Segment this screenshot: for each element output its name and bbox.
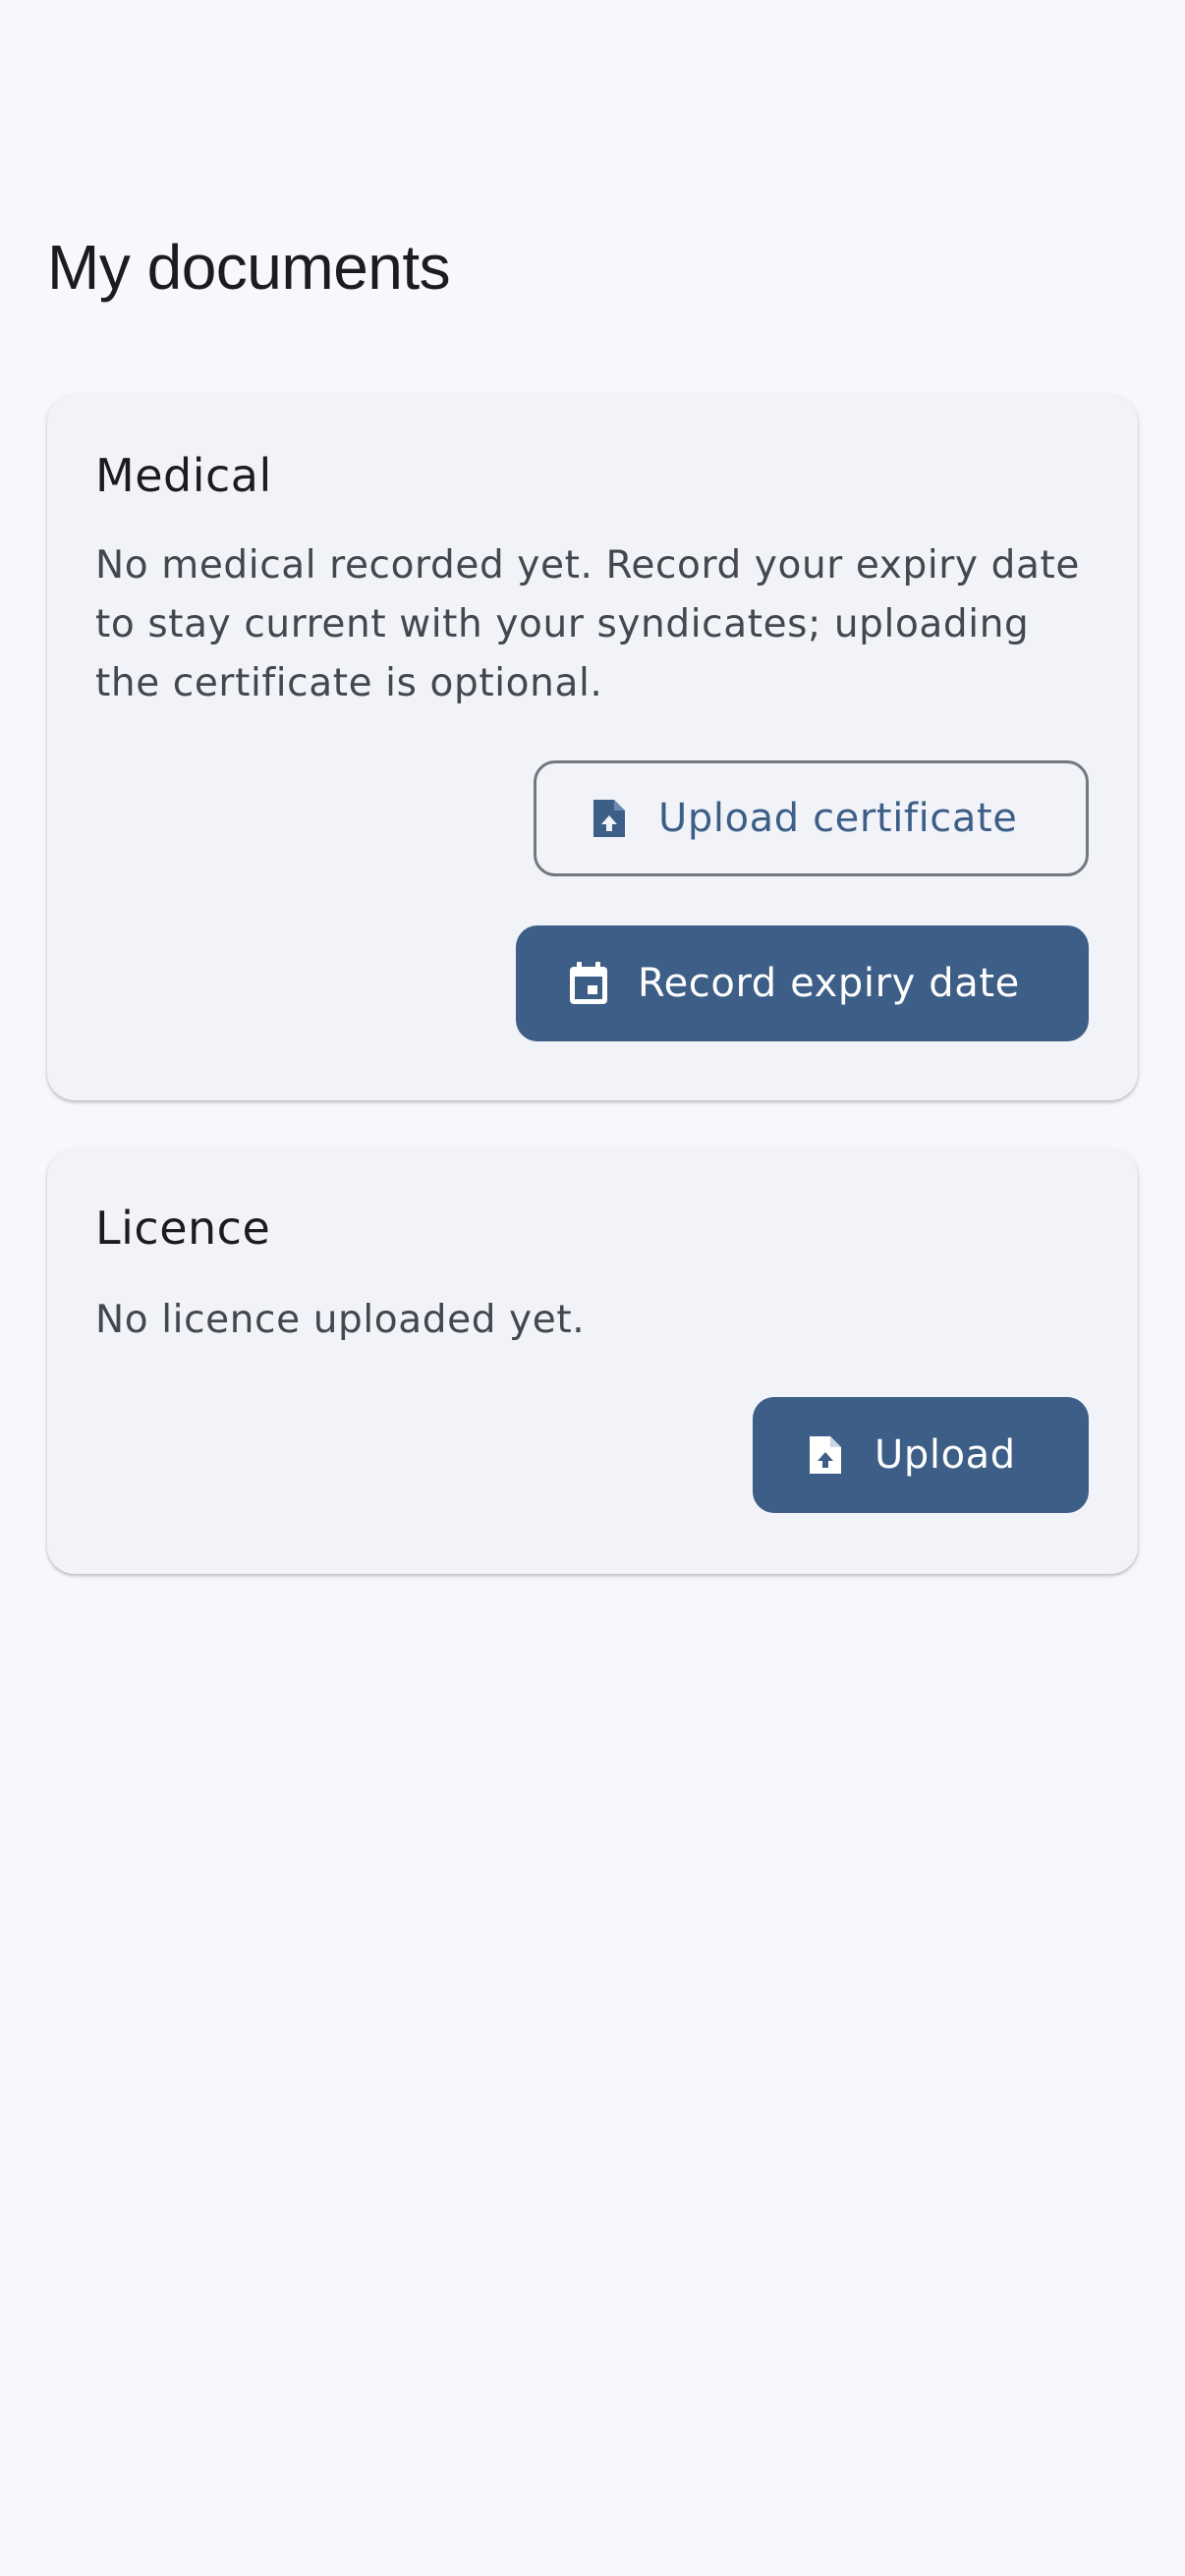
licence-card-title: Licence bbox=[95, 1202, 271, 1255]
record-expiry-date-button[interactable]: Record expiry date bbox=[516, 925, 1089, 1041]
file-upload-icon bbox=[588, 797, 631, 840]
calendar-icon bbox=[567, 962, 610, 1005]
record-expiry-date-label: Record expiry date bbox=[638, 961, 1020, 1006]
file-upload-icon bbox=[804, 1433, 847, 1477]
upload-certificate-label: Upload certificate bbox=[658, 796, 1018, 841]
medical-card-title: Medical bbox=[95, 449, 272, 502]
page-title: My documents bbox=[47, 232, 451, 303]
licence-card: Licence No licence uploaded yet. Upload bbox=[47, 1149, 1138, 1574]
medical-card-description: No medical recorded yet. Record your exp… bbox=[95, 543, 1080, 705]
licence-card-description: No licence uploaded yet. bbox=[95, 1298, 586, 1342]
upload-licence-button[interactable]: Upload bbox=[753, 1397, 1089, 1513]
upload-certificate-button[interactable]: Upload certificate bbox=[534, 760, 1089, 876]
medical-card: Medical No medical recorded yet. Record … bbox=[47, 395, 1138, 1100]
upload-licence-label: Upload bbox=[875, 1432, 1016, 1478]
